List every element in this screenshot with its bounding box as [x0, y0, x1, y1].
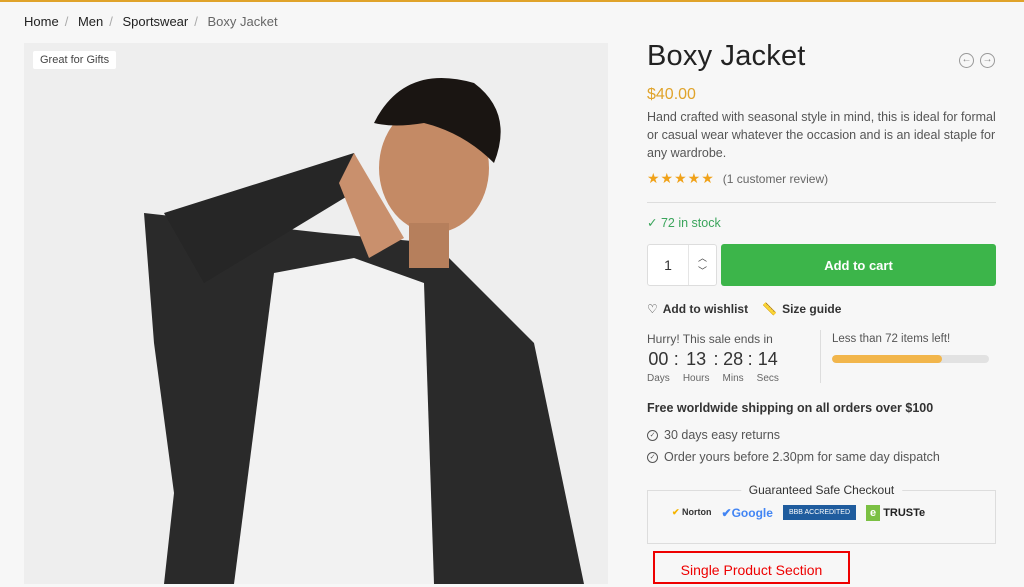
heart-icon: ♡: [647, 302, 658, 316]
timer-days: 00: [648, 349, 669, 369]
add-to-cart-button[interactable]: Add to cart: [721, 244, 996, 286]
breadcrumb: Home / Men / Sportswear / Boxy Jacket: [24, 14, 278, 29]
top-accent-bar: [0, 0, 1024, 2]
divider: [820, 330, 821, 383]
rating: ★★★★★ (1 customer review): [647, 170, 828, 187]
timer-days-label: Days: [647, 373, 670, 384]
product-title: Boxy Jacket: [647, 40, 806, 72]
stock-status: ✓ 72 in stock: [647, 215, 721, 230]
model-photo: [144, 78, 584, 584]
shipping-info: Free worldwide shipping on all orders ov…: [647, 401, 934, 415]
product-navigation: ← →: [959, 53, 995, 68]
items-left-text: Less than 72 items left!: [832, 333, 951, 345]
feature-dispatch: ✓ Order yours before 2.30pm for same day …: [647, 450, 940, 464]
check-icon: ✓: [647, 216, 661, 230]
timer-secs-label: Secs: [756, 373, 779, 384]
product-summary: Boxy Jacket: [647, 40, 997, 73]
gift-badge: Great for Gifts: [33, 51, 117, 69]
size-guide-link[interactable]: 📏 Size guide: [762, 302, 841, 316]
review-link[interactable]: (1 customer review): [723, 172, 828, 186]
increase-icon[interactable]: ︿: [698, 252, 707, 265]
check-circle-icon: ✓: [647, 451, 658, 463]
safe-checkout: Guaranteed Safe Checkout ✔ Norton ✔Googl…: [647, 483, 996, 544]
product-image[interactable]: Great for Gifts: [24, 43, 608, 584]
annotation-label: Single Product Section: [653, 551, 850, 584]
safe-checkout-title: Guaranteed Safe Checkout: [740, 483, 903, 497]
timer-secs: 14: [757, 349, 778, 369]
bbb-logo: BBB ACCREDITED: [782, 505, 857, 520]
product-price: $40.00: [647, 86, 696, 103]
divider: [647, 202, 996, 203]
google-trusted-logo: ✔Google: [721, 505, 773, 520]
check-circle-icon: ✓: [647, 429, 658, 441]
truste-logo: e TRUSTe: [866, 504, 925, 521]
decrease-icon[interactable]: ﹀: [698, 265, 707, 278]
stock-text: 72 in stock: [660, 216, 721, 230]
feature-returns: ✓ 30 days easy returns: [647, 428, 780, 442]
breadcrumb-home[interactable]: Home: [24, 14, 59, 29]
norton-logo: ✔ Norton: [672, 507, 712, 517]
timer-mins: 28: [723, 349, 744, 369]
timer-mins-label: Mins: [722, 373, 744, 384]
timer-hours-label: Hours: [682, 373, 710, 384]
quantity-stepper[interactable]: 1 ︿ ﹀: [647, 244, 717, 286]
star-rating-icon: ★★★★★: [647, 170, 715, 186]
timer-hours: 13: [686, 349, 707, 369]
ruler-icon: 📏: [762, 302, 778, 316]
previous-product-icon[interactable]: ←: [959, 53, 974, 68]
quantity-input[interactable]: 1: [648, 245, 688, 285]
stock-progress-bar: [832, 355, 989, 363]
breadcrumb-current: Boxy Jacket: [207, 14, 278, 29]
countdown-timer: 00 Days: 13 Hours: 28 Mins: 14 Secs: [647, 349, 779, 384]
stock-progress-fill: [832, 355, 942, 363]
breadcrumb-sportswear[interactable]: Sportswear: [122, 14, 188, 29]
sale-label: Hurry! This sale ends in: [647, 332, 773, 346]
next-product-icon[interactable]: →: [980, 53, 995, 68]
breadcrumb-men[interactable]: Men: [78, 14, 103, 29]
add-to-wishlist-link[interactable]: ♡ Add to wishlist: [647, 302, 748, 316]
product-description: Hand crafted with seasonal style in mind…: [647, 110, 996, 160]
